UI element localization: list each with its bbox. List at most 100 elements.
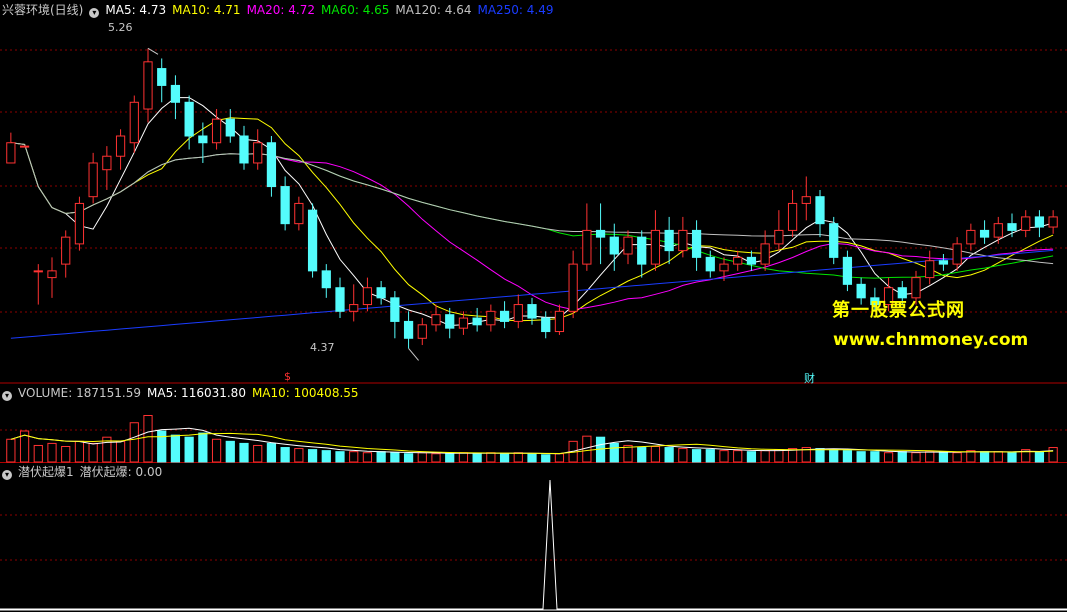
volume-ma10-line xyxy=(10,432,1054,455)
volume-bar xyxy=(184,436,194,463)
candle-body xyxy=(993,223,1003,238)
candle-body xyxy=(88,162,98,198)
volume-bar xyxy=(733,450,743,463)
candle-body xyxy=(582,229,592,265)
candle-body xyxy=(239,135,249,164)
candle-body xyxy=(376,287,386,299)
stock-title[interactable]: 兴蓉环境(日线) xyxy=(2,3,83,17)
volume-bar xyxy=(856,451,866,463)
candle-body xyxy=(911,277,921,299)
low-price-mark: 4.37 xyxy=(310,341,335,354)
candle-body xyxy=(294,202,304,225)
volume-bar xyxy=(88,442,98,463)
volume-bar xyxy=(883,452,894,463)
candle-body xyxy=(184,101,194,137)
high-pointer xyxy=(147,47,159,55)
volume-bar xyxy=(1034,451,1045,463)
ma10-label: MA10: 4.71 xyxy=(172,3,241,17)
volume-bar xyxy=(897,451,907,463)
candle-body xyxy=(623,236,633,255)
settings-toggle-icon[interactable]: ▾ xyxy=(89,8,100,18)
volume-bar xyxy=(979,451,990,463)
volume-bar xyxy=(829,449,839,463)
volume-bar xyxy=(678,448,688,463)
candle-body xyxy=(472,317,482,326)
candle-body xyxy=(335,287,345,312)
volume-bar xyxy=(952,452,962,463)
volume-bar xyxy=(225,440,235,463)
candle-body xyxy=(541,317,551,333)
candle-body xyxy=(74,202,85,245)
candle-body xyxy=(417,324,427,339)
candle-body xyxy=(691,229,702,258)
candle-body xyxy=(198,135,208,144)
volume-bar xyxy=(815,448,825,463)
candle-body xyxy=(33,270,43,273)
candle-body xyxy=(253,142,263,164)
candle-body xyxy=(143,61,153,110)
volume-bar xyxy=(993,451,1003,463)
candle-body xyxy=(925,260,935,279)
volume-bar xyxy=(6,438,16,463)
indicator-header: ▾ 潜伏起爆1 潜伏起爆: 0.00 xyxy=(2,464,168,480)
candle-body xyxy=(774,229,784,245)
low-pointer xyxy=(408,348,419,361)
event-mark-finance[interactable]: 财 xyxy=(804,370,815,386)
event-mark-dollar[interactable]: $ xyxy=(284,370,291,383)
candle-body xyxy=(1048,216,1058,228)
volume-bar xyxy=(938,451,949,463)
volume-ma10-label: MA10: 100408.55 xyxy=(251,386,359,400)
candle-body xyxy=(129,101,139,144)
candle-body xyxy=(568,263,578,312)
volume-bar xyxy=(170,434,181,463)
candle-body xyxy=(733,256,743,265)
volume-bar xyxy=(239,442,249,463)
candle-body xyxy=(390,297,400,322)
ma60-label: MA60: 4.65 xyxy=(321,3,390,17)
candle-body xyxy=(280,186,290,225)
volume-bar xyxy=(266,442,277,463)
volume-bar xyxy=(1048,447,1058,463)
volume-bar xyxy=(527,453,537,463)
volume-bar xyxy=(390,452,400,463)
indicator-value: 潜伏起爆: 0.00 xyxy=(79,465,163,479)
candle-body xyxy=(47,270,57,279)
volume-bar xyxy=(294,448,304,463)
candle-body xyxy=(760,243,770,265)
ma250-line xyxy=(10,249,1054,339)
volume-bar xyxy=(33,444,43,463)
volume-bar xyxy=(376,451,386,463)
volume-bar xyxy=(115,440,126,463)
volume-bar xyxy=(486,452,496,463)
candle-body xyxy=(815,196,825,225)
ma10-line xyxy=(10,117,1054,322)
ma250-label: MA250: 4.49 xyxy=(477,3,554,17)
volume-bar xyxy=(705,449,715,463)
candle-body xyxy=(719,263,729,272)
volume-bar xyxy=(403,453,414,463)
volume-bar xyxy=(513,452,523,463)
indicator-toggle-icon[interactable]: ▾ xyxy=(2,470,12,480)
volume-bar xyxy=(458,452,469,463)
volume-ma5-label: MA5: 116031.80 xyxy=(147,386,246,400)
volume-toggle-icon[interactable]: ▾ xyxy=(2,391,12,401)
volume-bar xyxy=(541,454,551,463)
volume-bar xyxy=(472,453,482,463)
volume-bar xyxy=(774,449,784,463)
volume-bar xyxy=(129,422,139,463)
candle-body xyxy=(650,229,661,265)
volume-bar xyxy=(609,442,619,463)
volume-bar xyxy=(280,447,290,463)
volume-bar xyxy=(61,446,71,463)
candle-body xyxy=(513,304,523,322)
volume-bar xyxy=(431,453,441,463)
volume-bar xyxy=(691,449,702,463)
volume-bar xyxy=(623,444,633,463)
volume-bar xyxy=(925,451,935,463)
main-chart-header: 兴蓉环境(日线) ▾ MA5: 4.73 MA10: 4.71 MA20: 4.72 MA… xyxy=(2,2,560,18)
candle-body xyxy=(266,142,277,188)
volume-bar xyxy=(211,438,222,463)
volume-bar xyxy=(842,450,853,463)
volume-bar xyxy=(349,451,359,463)
candle-body xyxy=(307,209,318,272)
